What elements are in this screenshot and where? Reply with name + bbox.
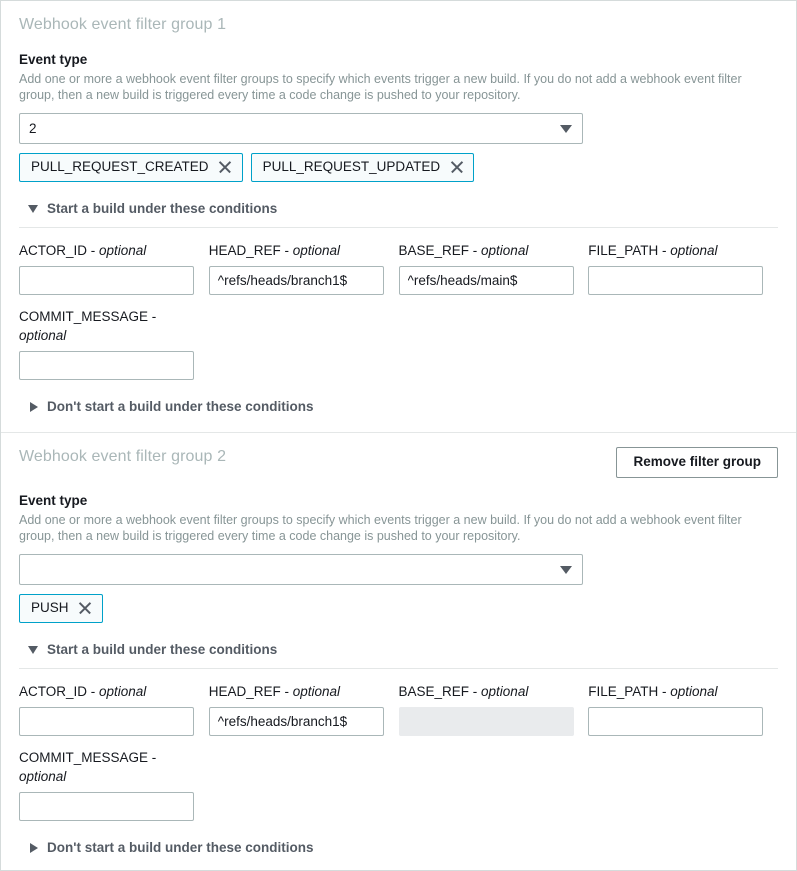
base-ref-label-2: BASE_REF - optional (399, 682, 589, 701)
event-type-label-2: Event type (19, 492, 778, 510)
event-type-chips-2: PUSH (19, 594, 778, 623)
group-header-2: Webhook event filter group 2 Remove filt… (19, 447, 778, 478)
remove-filter-group-button[interactable]: Remove filter group (616, 447, 778, 478)
close-icon[interactable] (450, 161, 463, 174)
file-path-input-1[interactable] (588, 266, 763, 295)
commit-message-field-2: COMMIT_MESSAGE - optional (19, 748, 213, 821)
base-ref-label-1: BASE_REF - optional (399, 241, 589, 260)
triangle-right-icon (30, 402, 38, 412)
event-type-select-wrap-2 (19, 554, 583, 585)
webhook-filter-groups-panel: Webhook event filter group 1 Event type … (0, 0, 797, 871)
start-conditions-row2-2: COMMIT_MESSAGE - optional (19, 748, 778, 821)
close-icon[interactable] (79, 602, 92, 615)
section-divider (19, 668, 778, 669)
start-conditions-row-2: ACTOR_ID - optional HEAD_REF - optional … (19, 682, 778, 736)
head-ref-input-1[interactable] (209, 266, 384, 295)
dont-start-conditions-toggle-1[interactable]: Don't start a build under these conditio… (19, 398, 778, 416)
group-header-1: Webhook event filter group 1 (19, 15, 778, 37)
head-ref-input-2[interactable] (209, 707, 384, 736)
start-conditions-toggle-2[interactable]: Start a build under these conditions (19, 641, 778, 659)
start-conditions-label-2: Start a build under these conditions (47, 641, 277, 659)
event-type-select-wrap-1 (19, 113, 583, 144)
group-title-2: Webhook event filter group 2 (19, 447, 226, 467)
webhook-filter-group-2: Webhook event filter group 2 Remove filt… (1, 432, 796, 871)
event-type-description-2: Add one or more a webhook event filter g… (19, 512, 778, 544)
head-ref-field-2: HEAD_REF - optional (209, 682, 399, 736)
file-path-field-1: FILE_PATH - optional (588, 241, 778, 295)
commit-message-input-1[interactable] (19, 351, 194, 380)
event-type-label-1: Event type (19, 51, 778, 69)
event-chip[interactable]: PULL_REQUEST_CREATED (19, 153, 243, 182)
start-conditions-row-1: ACTOR_ID - optional HEAD_REF - optional … (19, 241, 778, 295)
file-path-input-2[interactable] (588, 707, 763, 736)
triangle-right-icon (30, 843, 38, 853)
group-title-1: Webhook event filter group 1 (19, 15, 226, 35)
commit-message-label-1: COMMIT_MESSAGE - optional (19, 307, 194, 345)
commit-message-label-2: COMMIT_MESSAGE - optional (19, 748, 194, 786)
base-ref-input-1[interactable] (399, 266, 574, 295)
event-type-description-1: Add one or more a webhook event filter g… (19, 71, 778, 103)
actor-id-field-1: ACTOR_ID - optional (19, 241, 209, 295)
webhook-filter-group-1: Webhook event filter group 1 Event type … (1, 1, 796, 432)
start-conditions-row2-1: COMMIT_MESSAGE - optional (19, 307, 778, 380)
section-divider (19, 227, 778, 228)
event-type-select-2[interactable] (19, 554, 583, 585)
actor-id-input-2[interactable] (19, 707, 194, 736)
actor-id-label-1: ACTOR_ID - optional (19, 241, 209, 260)
event-chip[interactable]: PUSH (19, 594, 103, 623)
close-icon[interactable] (219, 161, 232, 174)
dont-start-conditions-label-2: Don't start a build under these conditio… (47, 839, 313, 857)
event-chip-label: PUSH (31, 599, 69, 617)
actor-id-label-2: ACTOR_ID - optional (19, 682, 209, 701)
event-type-select-1[interactable] (19, 113, 583, 144)
base-ref-field-2: BASE_REF - optional (399, 682, 589, 736)
commit-message-input-2[interactable] (19, 792, 194, 821)
commit-message-field-1: COMMIT_MESSAGE - optional (19, 307, 213, 380)
event-chip-label: PULL_REQUEST_CREATED (31, 158, 209, 176)
start-conditions-label-1: Start a build under these conditions (47, 200, 277, 218)
event-chip-label: PULL_REQUEST_UPDATED (263, 158, 441, 176)
base-ref-input-2 (399, 707, 574, 736)
head-ref-label-1: HEAD_REF - optional (209, 241, 399, 260)
file-path-label-1: FILE_PATH - optional (588, 241, 778, 260)
triangle-down-icon (28, 646, 38, 654)
event-chip[interactable]: PULL_REQUEST_UPDATED (251, 153, 475, 182)
head-ref-field-1: HEAD_REF - optional (209, 241, 399, 295)
start-conditions-toggle-1[interactable]: Start a build under these conditions (19, 200, 778, 218)
file-path-field-2: FILE_PATH - optional (588, 682, 778, 736)
actor-id-input-1[interactable] (19, 266, 194, 295)
actor-id-field-2: ACTOR_ID - optional (19, 682, 209, 736)
dont-start-conditions-label-1: Don't start a build under these conditio… (47, 398, 313, 416)
dont-start-conditions-toggle-2[interactable]: Don't start a build under these conditio… (19, 839, 778, 857)
file-path-label-2: FILE_PATH - optional (588, 682, 778, 701)
triangle-down-icon (28, 205, 38, 213)
base-ref-field-1: BASE_REF - optional (399, 241, 589, 295)
head-ref-label-2: HEAD_REF - optional (209, 682, 399, 701)
event-type-chips-1: PULL_REQUEST_CREATED PULL_REQUEST_UPDATE… (19, 153, 778, 182)
